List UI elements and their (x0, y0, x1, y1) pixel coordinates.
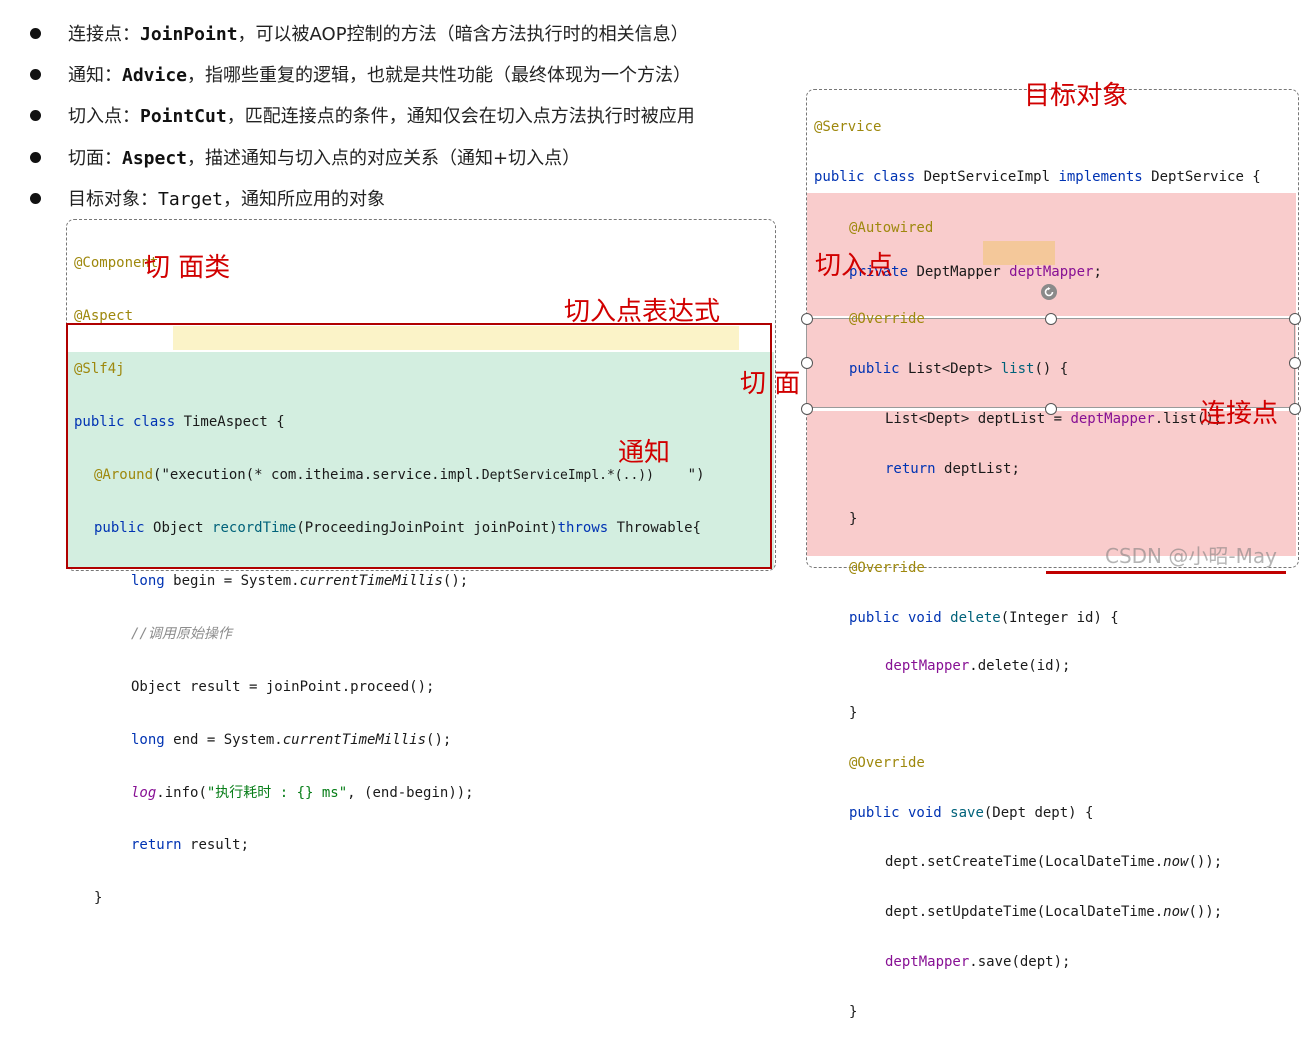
bullet-text: 切入点：PointCut，匹配连接点的条件，通知仅会在切入点方法执行时被应用 (68, 106, 695, 127)
code-line: public void save(Dept dept) { (849, 804, 1094, 821)
code-line: log.info("执行耗时 : {} ms", (end-begin)); (131, 784, 474, 801)
code-line: dept.setCreateTime(LocalDateTime.now()); (885, 854, 1223, 871)
aspect-code: @Component @Aspect @Slf4j public class T… (74, 224, 705, 938)
code-line: } (94, 890, 103, 907)
resize-handle[interactable] (801, 313, 813, 325)
code-line: } (849, 704, 858, 721)
code-line: public void delete(Integer id) { (849, 610, 1119, 627)
code-line: public class DeptServiceImpl implements … (814, 168, 1261, 185)
resize-handle[interactable] (1045, 313, 1057, 325)
aspect-class-label: 切 面类 (144, 253, 231, 283)
resize-handle[interactable] (1289, 403, 1301, 415)
resize-handle[interactable] (1289, 357, 1301, 369)
bullet-item: 连接点：JoinPoint，可以被AOP控制的方法（暗含方法执行时的相关信息） (30, 18, 689, 48)
target-object-label: 目标对象 (1024, 81, 1129, 111)
code-line: @Autowired (849, 219, 934, 236)
resize-handle[interactable] (1289, 313, 1301, 325)
bullet-item: 通知：Advice，指哪些重复的逻辑，也就是共性功能（最终体现为一个方法） (30, 59, 691, 89)
joinpoint-label: 连接点 (1200, 399, 1279, 429)
bullet-dot (30, 27, 41, 39)
bullet-text: 切面：Aspect，描述通知与切入点的对应关系（通知+切入点） (68, 148, 581, 169)
resize-handle[interactable] (801, 403, 813, 415)
code-line: List<Dept> deptList = deptMapper.list(); (885, 410, 1223, 427)
code-line: Object result = joinPoint.proceed(); (131, 678, 435, 695)
bullet-dot (30, 109, 41, 121)
resize-handle[interactable] (801, 357, 813, 369)
code-line: deptMapper.delete(id); (885, 658, 1071, 675)
bullet-item: 目标对象：Target，通知所应用的对象 (30, 183, 385, 213)
bullet-text: 连接点：JoinPoint，可以被AOP控制的方法（暗含方法执行时的相关信息） (68, 24, 689, 45)
code-line: } (849, 1003, 858, 1020)
code-line: } (849, 510, 858, 527)
code-line: @Slf4j (74, 361, 125, 378)
code-line: return deptList; (885, 460, 1020, 477)
bullet-dot (30, 192, 41, 204)
code-line: dept.setUpdateTime(LocalDateTime.now()); (885, 904, 1223, 921)
code-line: deptMapper.save(dept); (885, 954, 1071, 970)
bullet-item: 切面：Aspect，描述通知与切入点的对应关系（通知+切入点） (30, 142, 580, 172)
watermark: CSDN @小昭-May (1105, 544, 1277, 568)
pointcut-label: 切入点 (815, 251, 894, 281)
code-line: public class TimeAspect { (74, 413, 285, 430)
pointcut-expression-label: 切入点表达式 (564, 297, 721, 327)
bullet-dot (30, 68, 41, 80)
code-line: public List<Dept> list() { (849, 361, 1069, 378)
resize-handle[interactable] (1045, 403, 1057, 415)
aspect-label: 切 面 (740, 369, 801, 399)
code-line: long begin = System.currentTimeMillis(); (131, 573, 469, 590)
code-line: @Override (849, 311, 925, 328)
code-line: @Override (849, 754, 925, 771)
target-code: @Service public class DeptServiceImpl im… (814, 90, 1261, 1050)
rotate-handle-icon[interactable] (1041, 284, 1057, 300)
code-line: public Object recordTime(ProceedingJoinP… (94, 520, 701, 537)
bullet-text: 通知：Advice，指哪些重复的逻辑，也就是共性功能（最终体现为一个方法） (68, 65, 692, 86)
bullet-text: 目标对象：Target，通知所应用的对象 (68, 189, 386, 210)
rotate-arrow-icon (1044, 287, 1054, 297)
bullet-item: 切入点：PointCut，匹配连接点的条件，通知仅会在切入点方法执行时被应用 (30, 100, 695, 130)
code-line: //调用原始操作 (131, 626, 232, 643)
bullet-dot (30, 151, 41, 163)
code-line: @Service (814, 118, 882, 135)
advice-label: 通知 (618, 438, 671, 468)
code-line: long end = System.currentTimeMillis(); (131, 731, 452, 748)
code-line: return result; (131, 837, 250, 854)
code-line: @Around("execution(* com.itheima.service… (94, 466, 705, 483)
